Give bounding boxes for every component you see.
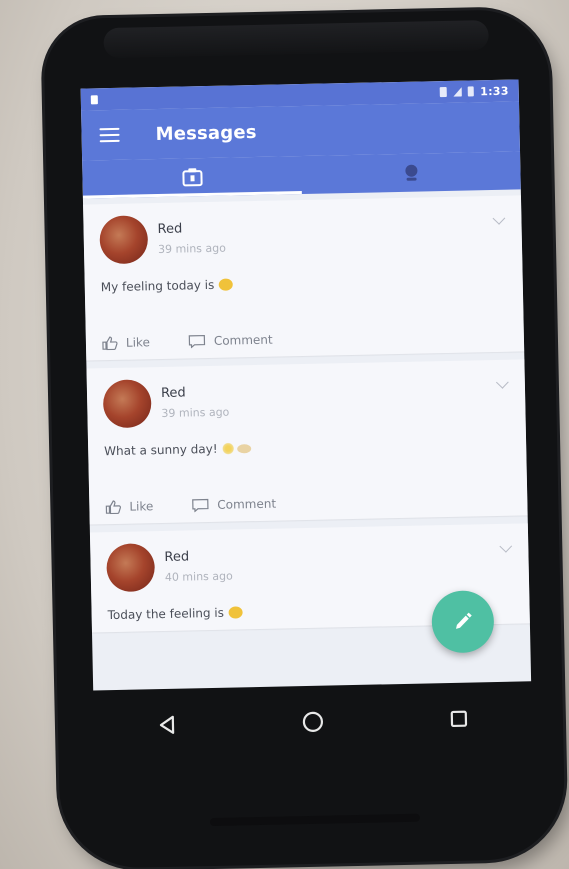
post-author: Red xyxy=(164,549,190,565)
eyes-emoji-icon xyxy=(237,443,252,453)
hamburger-menu-icon[interactable] xyxy=(99,127,120,143)
post-text-content: My feeling today is xyxy=(100,277,215,295)
post-time: 40 mins ago xyxy=(164,569,233,584)
battery-icon xyxy=(468,86,475,97)
post-feed: Red 39 mins ago My feeling today is Like xyxy=(83,189,530,633)
comment-button[interactable]: Comment xyxy=(191,497,276,513)
thumbs-up-icon xyxy=(102,336,118,351)
home-button[interactable] xyxy=(293,701,334,742)
post-author: Red xyxy=(157,221,183,238)
like-button[interactable]: Like xyxy=(102,335,151,351)
phone-top-bezel xyxy=(103,20,489,59)
post-text: What a sunny day! xyxy=(104,436,512,459)
system-nav-bar xyxy=(93,689,532,754)
post-text-content: What a sunny day! xyxy=(104,441,218,459)
avatar[interactable] xyxy=(99,215,149,265)
app-bar: Messages xyxy=(81,101,521,161)
post-time: 39 mins ago xyxy=(157,241,227,257)
compose-fab-button[interactable] xyxy=(431,590,495,654)
post-actions: Like Comment xyxy=(102,328,510,351)
recents-button[interactable] xyxy=(438,698,479,739)
post-card[interactable]: Red 39 mins ago What a sunny day! Like C… xyxy=(86,359,528,525)
page-title: Messages xyxy=(155,121,257,145)
sun-emoji-icon xyxy=(222,442,235,455)
tab-profile[interactable] xyxy=(301,151,521,194)
laughing-emoji-icon xyxy=(219,278,234,291)
like-label: Like xyxy=(125,335,151,350)
status-time: 1:33 xyxy=(480,84,509,98)
post-card[interactable]: Red 39 mins ago My feeling today is Like xyxy=(83,195,525,361)
signal-icon xyxy=(453,87,462,97)
post-author: Red xyxy=(160,385,186,401)
pencil-icon xyxy=(456,612,472,629)
bluetooth-icon xyxy=(440,86,448,98)
comment-label: Comment xyxy=(213,332,273,348)
phone-screen: 1:33 Messages Red 39 mins ago My feeling… xyxy=(80,79,532,691)
like-button[interactable]: Like xyxy=(105,499,154,515)
user-icon xyxy=(400,162,422,182)
comment-icon xyxy=(192,498,209,513)
post-time: 39 mins ago xyxy=(161,405,230,420)
like-label: Like xyxy=(129,499,154,514)
post-actions: Like Comment xyxy=(105,492,513,515)
thumbs-up-icon xyxy=(105,500,121,515)
post-text-content: Today the feeling is xyxy=(107,605,225,623)
comment-icon xyxy=(188,334,206,349)
notification-icon xyxy=(90,94,98,104)
avatar[interactable] xyxy=(106,543,156,593)
post-text: My feeling today is xyxy=(100,272,509,295)
speaker-grille xyxy=(209,813,421,827)
recents-square-icon xyxy=(450,710,468,728)
comment-label: Comment xyxy=(217,496,277,512)
phone-device: 1:33 Messages Red 39 mins ago My feeling… xyxy=(43,8,566,869)
camera-icon xyxy=(181,167,203,187)
smiling-emoji-icon xyxy=(228,606,244,619)
back-button[interactable] xyxy=(147,705,188,746)
avatar[interactable] xyxy=(102,379,152,429)
back-triangle-icon xyxy=(159,715,175,734)
comment-button[interactable]: Comment xyxy=(188,333,273,349)
home-circle-icon xyxy=(302,711,324,732)
